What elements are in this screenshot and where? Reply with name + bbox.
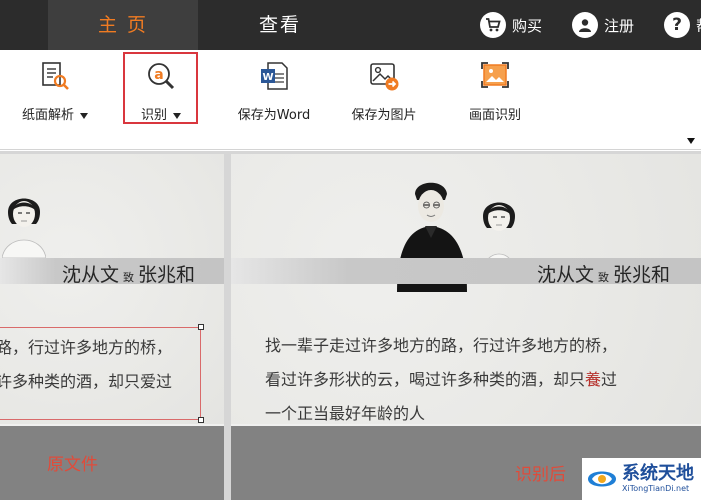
user-icon xyxy=(572,12,598,38)
svg-text:W: W xyxy=(262,72,273,83)
buy-label: 购买 xyxy=(512,16,543,35)
screen-capture-icon xyxy=(479,60,511,92)
screen-recognize-button[interactable]: 画面识别 xyxy=(465,50,525,134)
paper-analysis-label: 纸面解析 xyxy=(21,108,74,123)
recognize-label: 识别 xyxy=(140,108,167,123)
recognize-button[interactable]: a 识别 xyxy=(126,50,196,134)
signature-text: 沈从文致张兆和 xyxy=(62,264,196,286)
woman-portrait-image xyxy=(2,198,46,258)
recognition-error-char: 養 xyxy=(585,372,602,389)
recognized-text-line: 找一辈子走过许多地方的路，行过许多地方的桥， xyxy=(265,338,618,355)
signature-text: 沈从文致张兆和 xyxy=(537,264,671,286)
watermark-url: XiTongTianDi.net xyxy=(622,484,690,493)
ribbon-toolbar: 纸面解析 a 识别 W 保存为Word 保存为图片 画面识别 xyxy=(0,50,701,134)
help-icon: ? xyxy=(664,12,690,38)
svg-text:a: a xyxy=(154,67,163,83)
original-caption: 原文件 xyxy=(47,455,98,475)
tab-home[interactable]: 主 页 xyxy=(48,0,198,50)
site-watermark: 系统天地 XiTongTianDi.net xyxy=(582,458,701,500)
original-document-pane[interactable]: 沈从文致张兆和 路，行过许多地方的桥， 许多种类的酒，却只爱过 原文件 xyxy=(0,154,224,500)
save-as-word-button[interactable]: W 保存为Word xyxy=(232,50,316,134)
paper-analysis-button[interactable]: 纸面解析 xyxy=(18,50,92,134)
resize-handle[interactable] xyxy=(198,324,204,330)
word-document-icon: W xyxy=(258,60,290,92)
ocr-recognize-icon: a xyxy=(145,60,177,92)
tab-view[interactable]: 查看 xyxy=(205,0,355,50)
register-button[interactable]: 注册 xyxy=(572,11,634,39)
resize-handle[interactable] xyxy=(198,417,204,423)
ribbon-collapse-bar xyxy=(0,134,701,150)
workspace: 沈从文致张兆和 路，行过许多地方的桥， 许多种类的酒，却只爱过 原文件 沈从文 … xyxy=(0,151,701,500)
buy-button[interactable]: 购买 xyxy=(480,11,542,39)
selection-box[interactable] xyxy=(0,324,204,423)
top-nav-bar: 主 页 查看 购买 注册 ? 帮 xyxy=(0,0,701,50)
chevron-down-icon[interactable] xyxy=(687,138,695,144)
cart-icon xyxy=(480,12,506,38)
recognized-result-pane[interactable]: 沈从文致张兆和 找一辈子走过许多地方的路，行过许多地方的桥， 看过许多形状的云，… xyxy=(231,154,701,500)
watermark-logo-icon xyxy=(586,463,618,495)
watermark-title: 系统天地 xyxy=(622,463,694,484)
chevron-down-icon xyxy=(80,112,88,119)
document-scan-icon xyxy=(39,60,71,92)
screen-recognize-label: 画面识别 xyxy=(468,108,521,123)
help-button[interactable]: ? 帮 xyxy=(664,11,701,39)
help-label: 帮 xyxy=(696,15,701,36)
recognized-text-line: 一个正当最好年龄的人 xyxy=(265,406,426,423)
result-caption: 识别后 xyxy=(515,465,566,485)
save-as-word-label: 保存为Word xyxy=(237,108,311,123)
save-image-icon xyxy=(368,60,400,92)
save-as-image-label: 保存为图片 xyxy=(351,108,417,123)
save-as-image-button[interactable]: 保存为图片 xyxy=(348,50,420,134)
recognized-text-line: 看过许多形状的云，喝过许多种类的酒，却只養过 xyxy=(265,372,618,389)
register-label: 注册 xyxy=(604,16,635,35)
chevron-down-icon xyxy=(173,112,181,119)
pane-footer xyxy=(0,426,224,500)
